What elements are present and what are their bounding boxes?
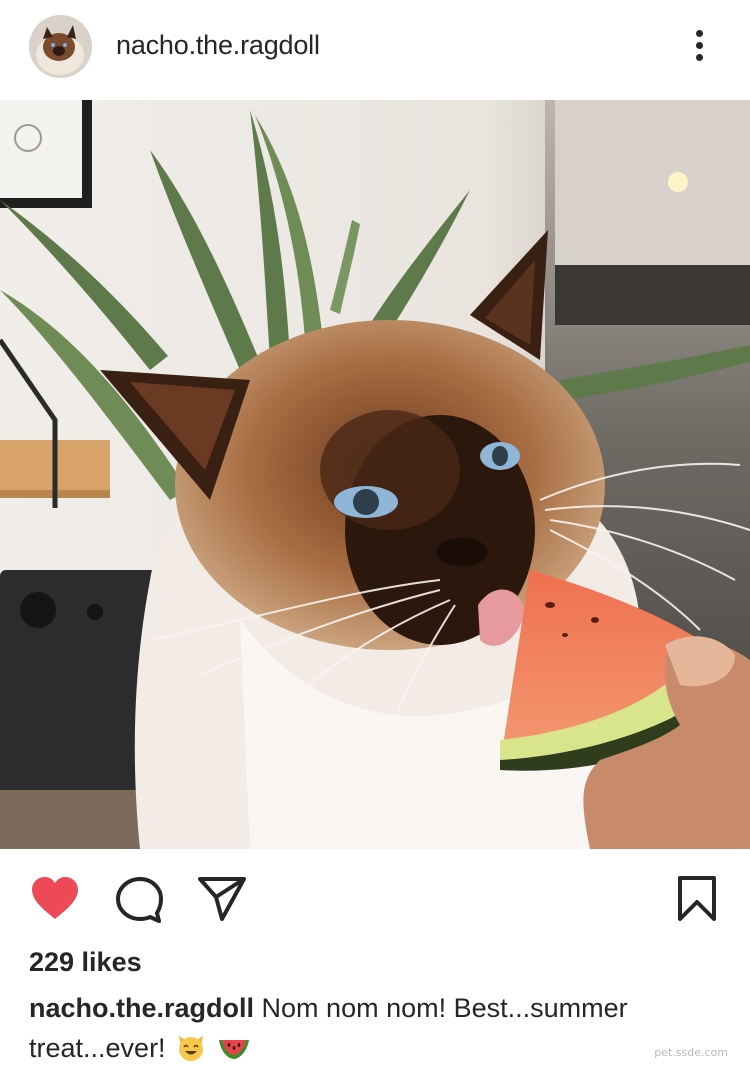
bookmark-icon[interactable]: [672, 875, 724, 923]
more-dot: [696, 42, 703, 49]
watermelon-emoji: [217, 1032, 251, 1069]
comment-icon[interactable]: [113, 875, 165, 923]
post-header: nacho.the.ragdoll: [0, 0, 750, 100]
post-caption: nacho.the.ragdoll Nom nom nom! Best...su…: [29, 988, 719, 1069]
likes-count[interactable]: 229 likes: [29, 947, 142, 978]
more-options-icon[interactable]: [685, 26, 715, 66]
more-dot: [696, 54, 703, 61]
avatar[interactable]: [29, 15, 92, 78]
more-dot: [696, 30, 703, 37]
heart-icon[interactable]: [29, 875, 81, 923]
post-photo[interactable]: [0, 100, 750, 849]
post-username[interactable]: nacho.the.ragdoll: [116, 30, 320, 61]
caption-username[interactable]: nacho.the.ragdoll: [29, 993, 254, 1023]
watermark-text: pet.ssde.com: [654, 1046, 728, 1059]
send-icon[interactable]: [196, 875, 248, 923]
smiling-cat-emoji: [176, 1032, 206, 1069]
action-bar: [0, 850, 750, 945]
